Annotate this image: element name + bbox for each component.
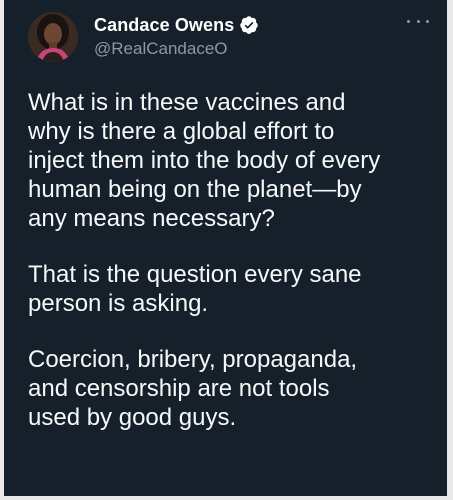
tweet-card: Candace Owens @RealCandaceO What is in t…: [4, 0, 447, 496]
verified-badge-icon: [240, 16, 259, 34]
tweet-paragraph-3: Coercion, bribery, propaganda, and censo…: [28, 346, 358, 431]
author-info: Candace Owens @RealCandaceO: [94, 14, 259, 59]
profile-photo-icon: [28, 12, 78, 62]
avatar[interactable]: [28, 12, 78, 62]
tweet-paragraph-1: What is in these vaccines and why is the…: [28, 89, 381, 232]
tweet-text: What is in these vaccines and why is the…: [28, 88, 442, 459]
dot: [416, 19, 420, 23]
more-options-icon[interactable]: [407, 14, 429, 28]
dot: [426, 19, 429, 23]
tweet-paragraph-2: That is the question every sane person i…: [28, 261, 362, 317]
display-name-row: Candace Owens: [94, 14, 259, 36]
author-handle[interactable]: @RealCandaceO: [94, 39, 259, 59]
display-name[interactable]: Candace Owens: [94, 15, 234, 36]
dot: [407, 19, 410, 23]
tweet-header: Candace Owens @RealCandaceO: [4, 0, 447, 80]
